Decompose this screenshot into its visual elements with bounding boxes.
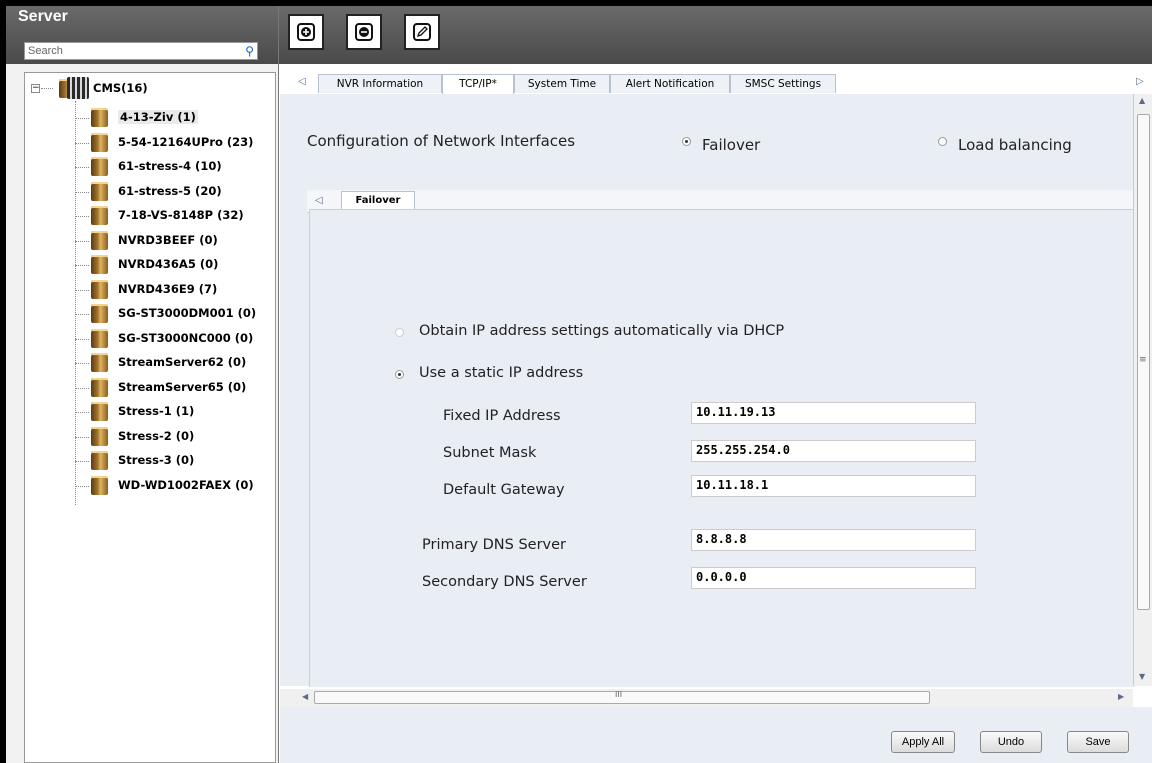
tree-root-label[interactable]: CMS(16) (93, 81, 148, 95)
dhcp-radio[interactable] (395, 328, 404, 337)
server-icon (91, 402, 108, 421)
server-icon (91, 181, 108, 201)
server-icon (91, 157, 108, 176)
tree-item-label[interactable]: NVRD436E9 (7) (118, 282, 217, 296)
tree-item-label[interactable]: SG-ST3000DM001 (0) (118, 306, 256, 320)
vertical-grip-icon: ≡ (1139, 355, 1147, 365)
default-gateway-field[interactable]: 10.11.18.1 (691, 475, 976, 497)
save-button[interactable]: Save (1067, 731, 1129, 753)
server-icon (91, 132, 108, 152)
scroll-down-icon[interactable]: ▼ (1139, 672, 1145, 681)
default-gateway-label: Default Gateway (443, 482, 565, 498)
server-icon (91, 304, 108, 323)
subtab-scroll-left-icon[interactable]: ◁ (315, 195, 323, 206)
primary-dns-label: Primary DNS Server (422, 537, 567, 553)
vertical-scroll-thumb[interactable]: ≡ (1137, 114, 1150, 610)
server-icon (91, 451, 108, 470)
scroll-right-icon[interactable]: ▶ (1118, 692, 1124, 701)
tree-item-label[interactable]: 4-13-Ziv (1) (118, 110, 198, 124)
add-icon (297, 23, 315, 41)
load-balancing-radio[interactable] (938, 137, 947, 146)
search-input[interactable]: Search ⚲ (24, 42, 258, 60)
load-balancing-label: Load balancing (958, 136, 1072, 154)
secondary-dns-label: Secondary DNS Server (422, 574, 587, 590)
collapse-toggle[interactable]: − (31, 84, 40, 93)
tree-item-label[interactable]: StreamServer65 (0) (118, 380, 246, 394)
tab-alert-notification[interactable]: Alert Notification (610, 74, 730, 93)
horizontal-scroll-thumb[interactable]: III (314, 690, 930, 704)
server-icon (91, 255, 108, 274)
tree-item-label[interactable]: NVRD3BEEF (0) (118, 233, 218, 247)
failover-panel: Obtain IP address settings automatically… (309, 209, 1135, 687)
tree-item-label[interactable]: 7-18-VS-8148P (32) (118, 208, 244, 222)
dhcp-label: Obtain IP address settings automatically… (419, 323, 785, 339)
undo-button[interactable]: Undo (980, 731, 1042, 753)
apply-all-button[interactable]: Apply All (891, 731, 955, 753)
server-icon (91, 353, 108, 372)
search-icon[interactable]: ⚲ (245, 43, 254, 59)
tab-system-time[interactable]: System Time (514, 74, 610, 93)
tree-item-label[interactable]: StreamServer62 (0) (118, 355, 246, 369)
server-icon (91, 279, 108, 299)
tab-smsc-settings[interactable]: SMSC Settings (730, 74, 836, 93)
static-ip-radio[interactable] (395, 370, 404, 379)
server-panel-header: Server Search ⚲ (6, 6, 278, 64)
primary-dns-field[interactable]: 8.8.8.8 (691, 529, 976, 551)
server-icon (91, 475, 108, 495)
subnet-mask-field[interactable]: 255.255.254.0 (691, 440, 976, 462)
server-icon (91, 426, 108, 446)
server-tree: − CMS(16) 4-13-Ziv (1) 5-54-12164UPro (23… (24, 72, 276, 763)
tab-scroll-right-icon[interactable]: ▷ (1136, 76, 1144, 87)
tree-item-label[interactable]: 61-stress-5 (20) (118, 184, 222, 198)
static-ip-label: Use a static IP address (419, 365, 584, 381)
horizontal-grip-icon: III (615, 690, 623, 699)
scroll-up-icon[interactable]: ▲ (1139, 96, 1145, 105)
tree-item-label[interactable]: Stress-3 (0) (118, 453, 194, 467)
remove-icon (355, 23, 373, 41)
add-server-button[interactable] (288, 14, 324, 50)
edit-server-button[interactable] (404, 14, 440, 50)
config-label: Configuration of Network Interfaces (307, 132, 576, 150)
search-placeholder: Search (28, 45, 63, 57)
toolbar (279, 6, 1152, 64)
subnet-mask-label: Subnet Mask (443, 445, 537, 461)
action-bar: Apply All Undo Save (280, 707, 1152, 763)
tab-tcpip[interactable]: TCP/IP* (442, 74, 514, 95)
fixed-ip-label: Fixed IP Address (443, 408, 561, 424)
secondary-dns-field[interactable]: 0.0.0.0 (691, 567, 976, 589)
scroll-left-icon[interactable]: ◀ (302, 692, 308, 701)
tree-item-label[interactable]: 5-54-12164UPro (23) (118, 135, 253, 149)
tab-scroll-left-icon[interactable]: ◁ (298, 76, 306, 87)
horizontal-scrollbar[interactable]: ◀ III ▶ (280, 689, 1133, 707)
settings-tabbar: ◁ NVR Information TCP/IP* System Time Al… (280, 72, 1152, 95)
server-icon (91, 230, 108, 250)
tree-item-label[interactable]: Stress-1 (1) (118, 404, 194, 418)
failover-label: Failover (702, 136, 761, 154)
server-panel: Server Search ⚲ − CMS(16) 4-13-Ziv (1) 5-… (6, 6, 279, 763)
remove-server-button[interactable] (346, 14, 382, 50)
edit-icon (413, 23, 431, 41)
server-icon (91, 328, 108, 348)
failover-radio[interactable] (682, 137, 691, 146)
panel-title: Server (18, 8, 68, 25)
tree-item-label[interactable]: NVRD436A5 (0) (118, 257, 218, 271)
tree-item-label[interactable]: WD-WD1002FAEX (0) (118, 478, 254, 492)
fixed-ip-field[interactable]: 10.11.19.13 (691, 402, 976, 424)
tab-nvr-information[interactable]: NVR Information (318, 74, 442, 93)
server-icon (91, 108, 108, 127)
vertical-scrollbar[interactable]: ▲ ≡ ▼ (1133, 94, 1152, 686)
tree-item-label[interactable]: Stress-2 (0) (118, 429, 194, 443)
server-icon (91, 377, 108, 397)
server-icon (91, 206, 108, 225)
tree-item-label[interactable]: 61-stress-4 (10) (118, 159, 222, 173)
tree-item-label[interactable]: SG-ST3000NC000 (0) (118, 331, 253, 345)
